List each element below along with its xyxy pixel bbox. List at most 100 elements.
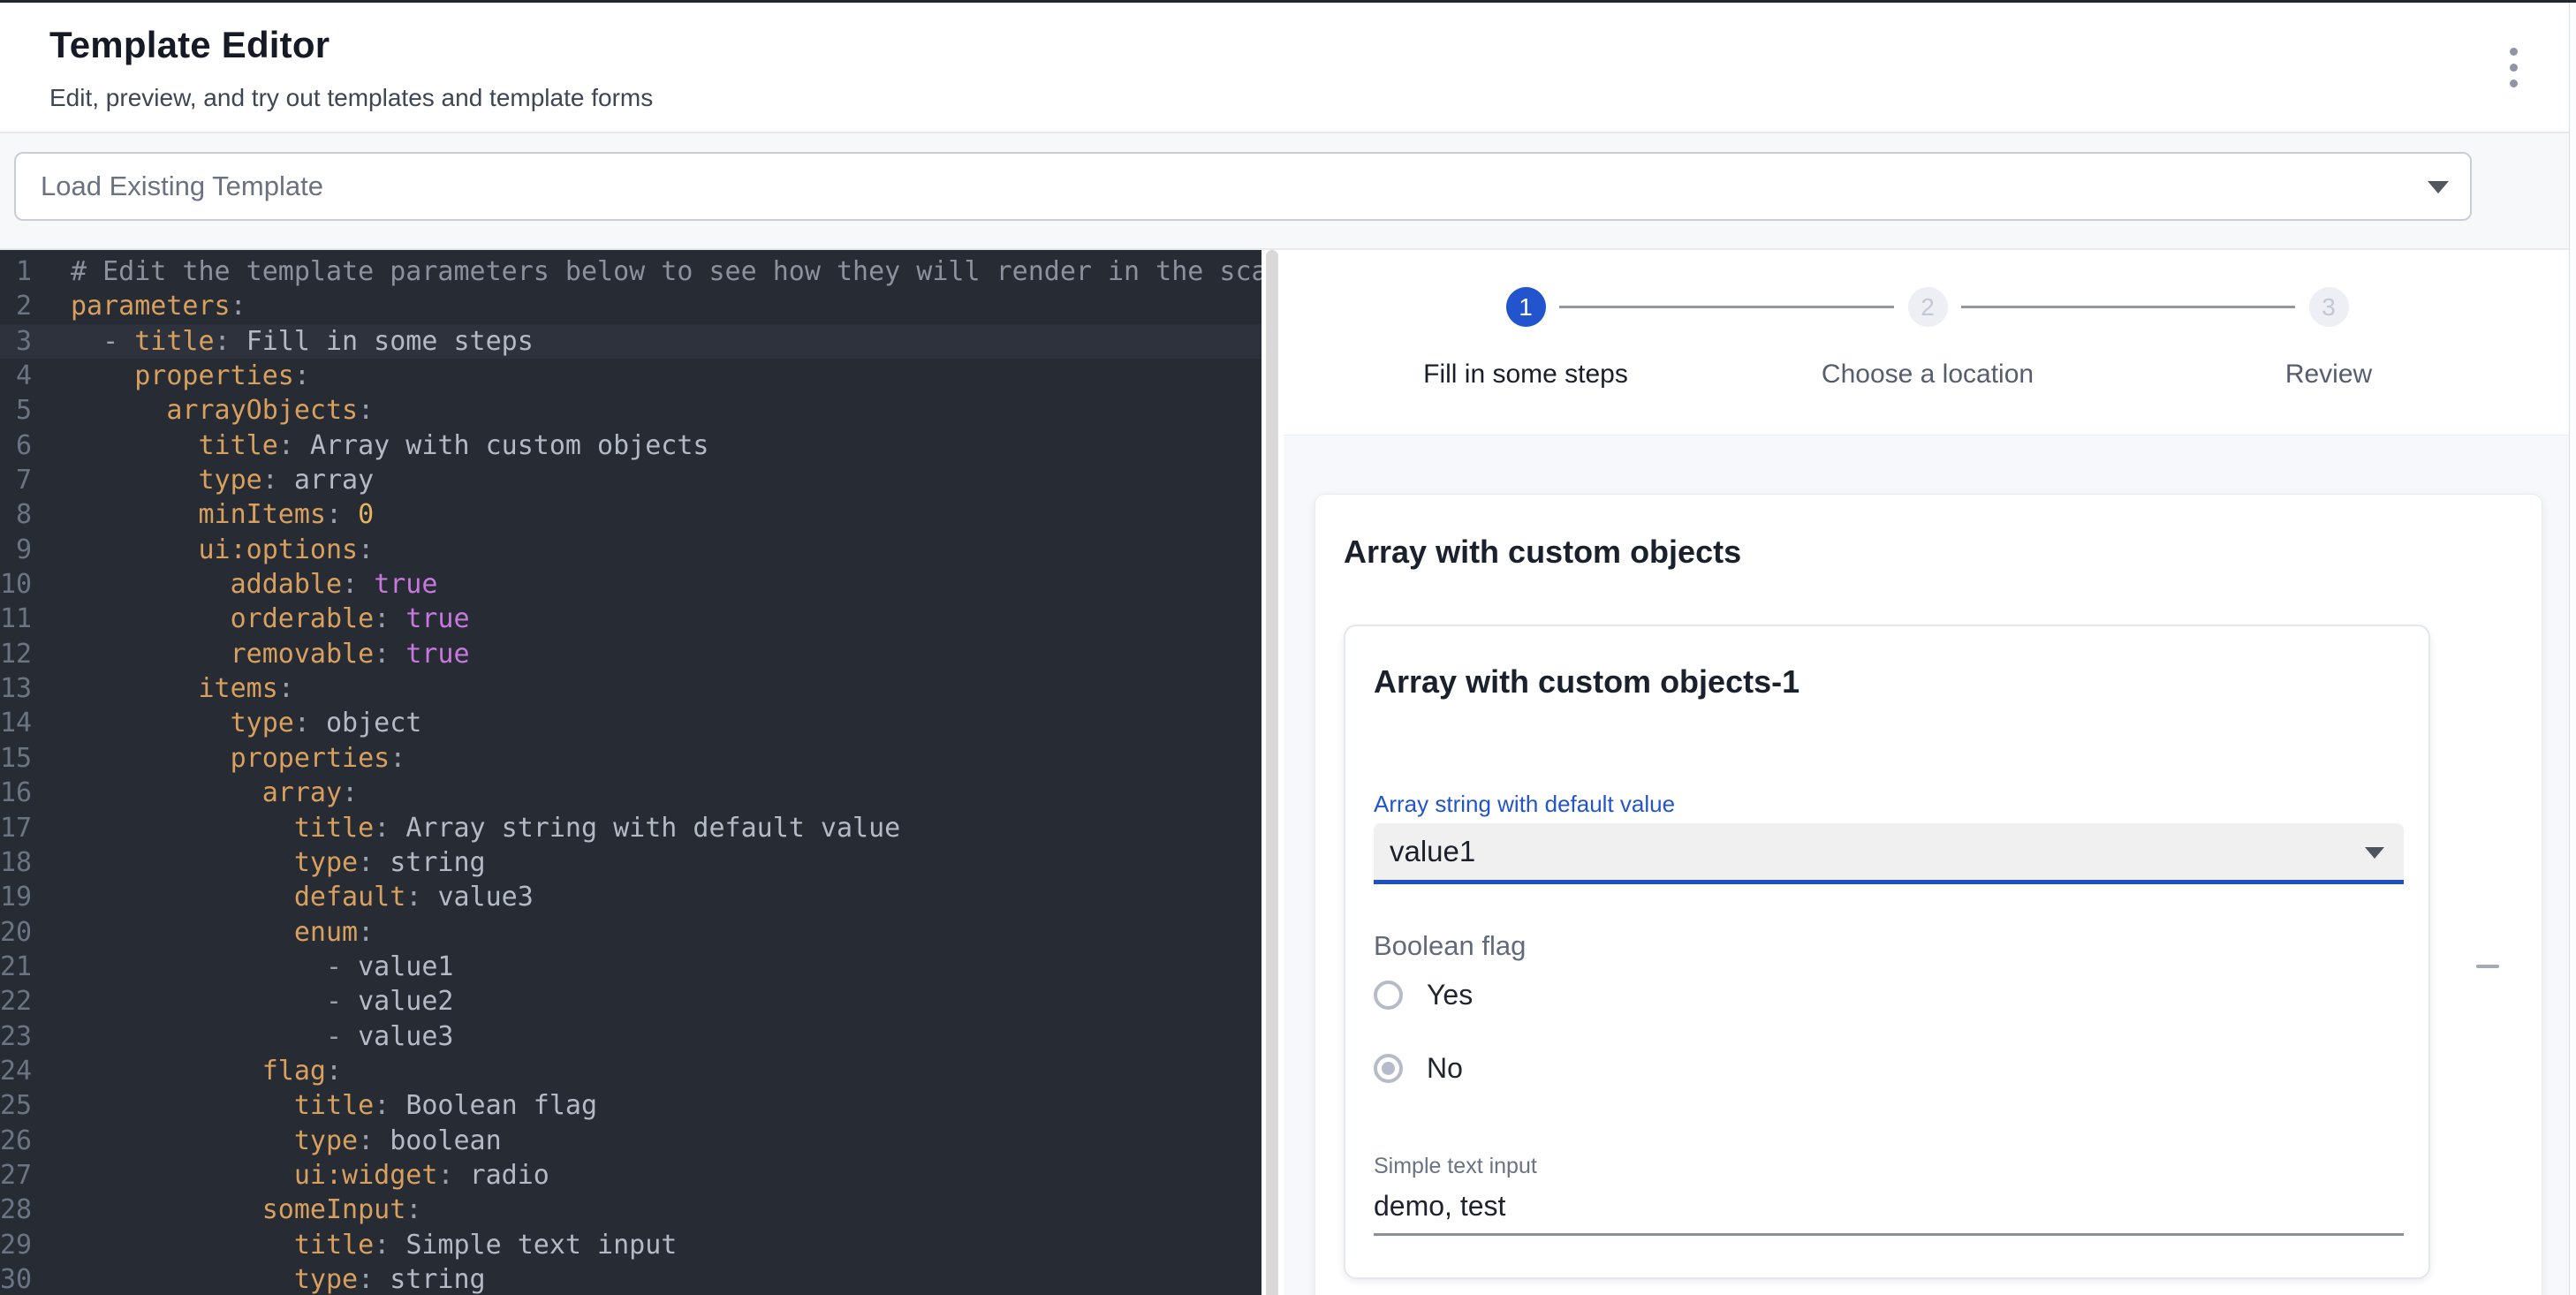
token-key: items	[199, 673, 278, 704]
array-item-card: Array with custom objects-1 Array string…	[1344, 625, 2430, 1279]
token-pun	[71, 1160, 294, 1191]
stepper-circle-1[interactable]: 1	[1506, 287, 1546, 327]
token-pun	[71, 465, 199, 496]
code-line-25: 25 title: Boolean flag	[0, 1088, 1261, 1123]
token-val: value1	[358, 951, 453, 982]
radio-group-label: Boolean flag	[1374, 930, 1526, 962]
select-value: value1	[1390, 823, 1475, 880]
code-line-2: 2parameters:	[0, 289, 1261, 323]
line-number: 1	[0, 254, 32, 289]
code-editor[interactable]: 1# Edit the template parameters below to…	[0, 250, 1261, 1295]
code-text: properties:	[32, 359, 310, 393]
token-pun: -	[71, 951, 358, 982]
token-pun: :	[405, 882, 437, 913]
stepper-circle-2[interactable]: 2	[1908, 287, 1948, 327]
code-line-3: 3 - title: Fill in some steps	[0, 324, 1261, 359]
token-key: type	[199, 465, 262, 496]
line-number: 16	[0, 776, 32, 810]
code-text: array:	[32, 776, 358, 810]
line-number: 23	[0, 1019, 32, 1054]
token-key: orderable	[231, 603, 375, 634]
token-pun	[71, 534, 199, 565]
code-line-18: 18 type: string	[0, 845, 1261, 880]
line-number: 28	[0, 1193, 32, 1227]
radio-dot	[1382, 1062, 1395, 1075]
text-field-value[interactable]: demo, test	[1374, 1190, 1505, 1223]
token-pun	[71, 777, 262, 808]
token-pun: :	[358, 1264, 390, 1295]
radio-option-label: No	[1427, 1052, 1463, 1085]
token-pun: :	[358, 534, 374, 565]
code-text: someInput:	[32, 1193, 421, 1227]
kebab-dot	[2510, 48, 2518, 56]
line-number: 19	[0, 880, 32, 914]
page-scrollbar[interactable]	[2569, 3, 2576, 1295]
token-key: array	[262, 777, 342, 808]
code-line-10: 10 addable: true	[0, 567, 1261, 602]
token-pun	[71, 917, 294, 948]
token-key: properties	[134, 360, 294, 391]
code-text: - title: Fill in some steps	[32, 324, 534, 359]
line-number: 20	[0, 915, 32, 950]
token-bool: true	[405, 603, 469, 634]
token-val: array	[294, 465, 374, 496]
token-pun: :	[262, 465, 294, 496]
code-line-15: 15 properties:	[0, 741, 1261, 776]
token-pun: :	[215, 326, 246, 357]
token-key: ui:widget	[294, 1160, 438, 1191]
code-text: - value3	[32, 1019, 453, 1054]
code-line-23: 23 - value3	[0, 1019, 1261, 1054]
array-item-title: Array with custom objects-1	[1374, 663, 1799, 701]
token-pun: :	[358, 1125, 390, 1156]
code-line-16: 16 array:	[0, 776, 1261, 810]
token-key: addable	[231, 569, 342, 600]
remove-item-button[interactable]	[2466, 945, 2509, 988]
code-text: # Edit the template parameters below to …	[32, 254, 1261, 289]
editor-scrollbar-splitter[interactable]	[1266, 250, 1278, 1295]
load-existing-template-select[interactable]: Load Existing Template	[14, 152, 2472, 221]
code-text: addable: true	[32, 567, 437, 602]
radio-option-label: Yes	[1427, 979, 1473, 1011]
code-text: title: Array string with default value	[32, 811, 900, 845]
radio-option-no[interactable]: No	[1374, 1048, 1463, 1088]
line-number: 26	[0, 1124, 32, 1158]
token-pun: :	[374, 1090, 405, 1121]
code-line-5: 5 arrayObjects:	[0, 393, 1261, 428]
caret-down-icon	[2428, 181, 2449, 193]
token-pun	[71, 1056, 262, 1087]
code-text: - value1	[32, 950, 453, 984]
page-header: Template Editor Edit, preview, and try o…	[0, 3, 2576, 133]
code-text: arrayObjects:	[32, 393, 374, 428]
line-number: 25	[0, 1088, 32, 1123]
kebab-menu-icon[interactable]	[2489, 40, 2538, 95]
token-pun: -	[71, 326, 134, 357]
token-pun: :	[358, 847, 390, 878]
code-text: title: Array with custom objects	[32, 428, 708, 463]
code-text: minItems: 0	[32, 497, 374, 532]
line-number: 30	[0, 1262, 32, 1295]
token-pun	[71, 1125, 294, 1156]
radio-option-yes[interactable]: Yes	[1374, 974, 1473, 1015]
token-pun: :	[342, 777, 358, 808]
token-pun: :	[326, 1056, 342, 1087]
code-text: flag:	[32, 1054, 342, 1088]
token-key: title	[199, 430, 278, 461]
load-template-placeholder: Load Existing Template	[41, 154, 323, 219]
array-string-select[interactable]: value1	[1374, 823, 2404, 884]
token-val: value3	[437, 882, 533, 913]
code-text: title: Boolean flag	[32, 1088, 597, 1123]
line-number: 24	[0, 1054, 32, 1088]
kebab-dot	[2510, 80, 2518, 87]
code-line-30: 30 type: string	[0, 1262, 1261, 1295]
stepper-label-1: Fill in some steps	[1349, 360, 1702, 390]
stepper-label-2: Choose a location	[1751, 360, 2104, 390]
minus-icon	[2476, 965, 2499, 968]
token-pun	[71, 499, 199, 530]
token-pun: :	[374, 813, 405, 844]
stepper-circle-3[interactable]: 3	[2309, 287, 2349, 327]
code-line-24: 24 flag:	[0, 1054, 1261, 1088]
code-line-19: 19 default: value3	[0, 880, 1261, 914]
line-number: 15	[0, 741, 32, 776]
token-key: properties	[231, 743, 390, 774]
code-line-13: 13 items:	[0, 671, 1261, 706]
